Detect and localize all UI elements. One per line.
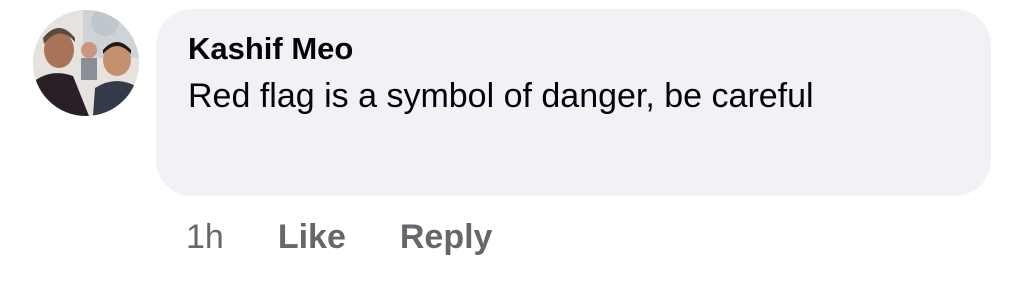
profile-photo-icon [33,10,139,116]
like-button[interactable]: Like [278,215,346,259]
comment: Kashif Meo Red flag is a symbol of dange… [0,0,1024,302]
reply-button[interactable]: Reply [400,215,493,259]
comment-author[interactable]: Kashif Meo [188,31,959,67]
avatar[interactable] [33,10,139,116]
comment-actions: 1h Like Reply [186,215,546,259]
comment-bubble: Kashif Meo Red flag is a symbol of dange… [156,9,991,196]
comment-text: Red flag is a symbol of danger, be caref… [188,77,814,115]
comment-timestamp[interactable]: 1h [186,215,224,259]
